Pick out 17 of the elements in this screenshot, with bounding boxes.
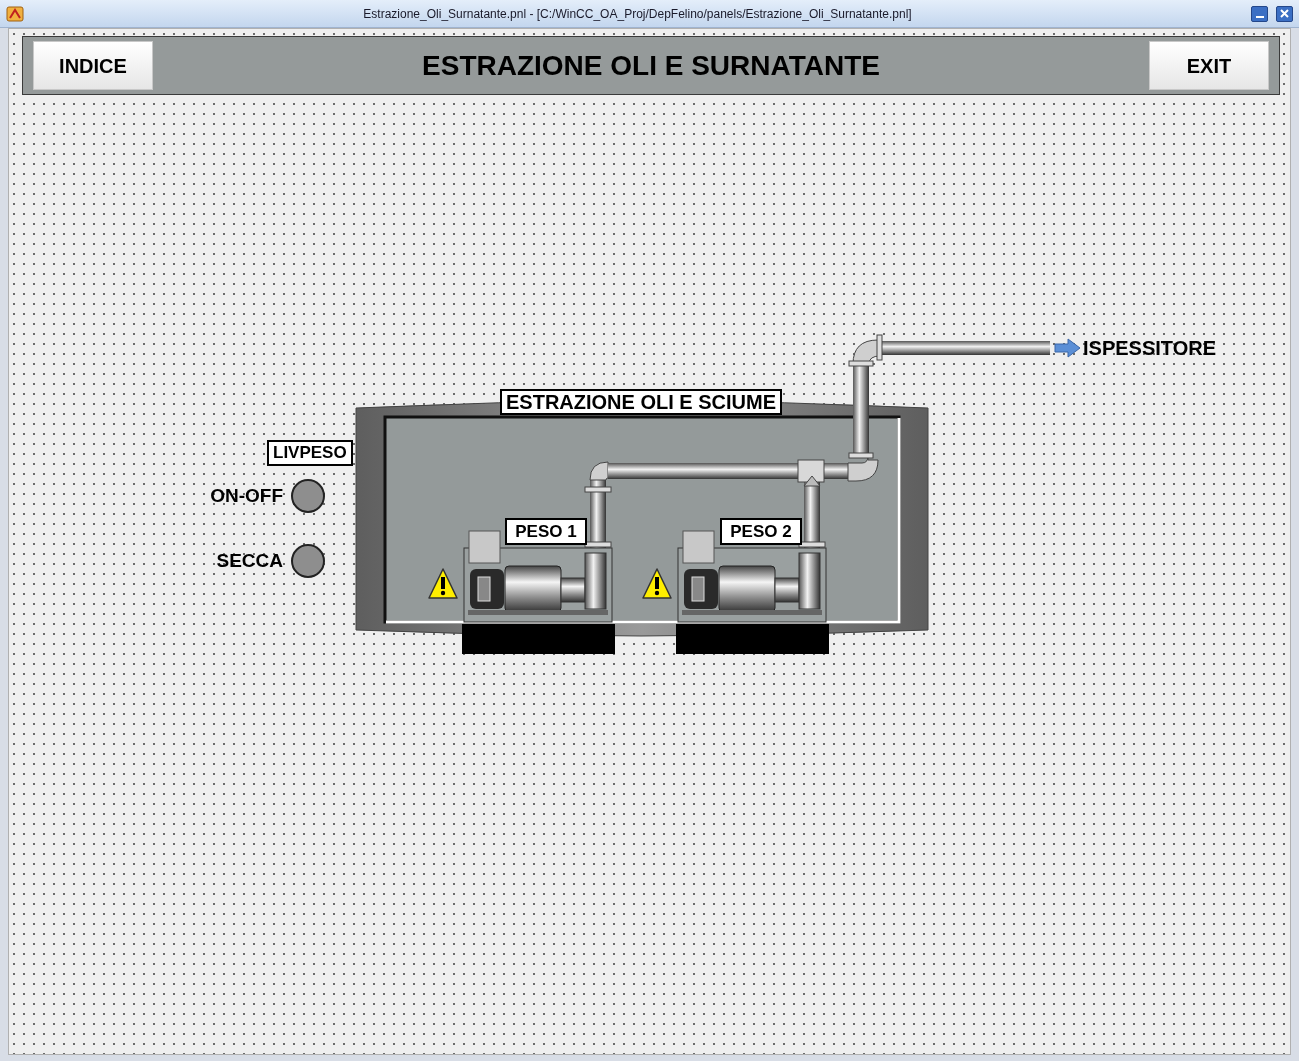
window-title: Estrazione_Oli_Surnatante.pnl - [C:/WinCC_OA_Proj/DepFelino/panels/Estrazione_Oli_Surnatante.pnl] (363, 5, 912, 23)
pump-label: PESO 1 (505, 518, 587, 545)
close-icon (1280, 9, 1289, 18)
minimize-button[interactable] (1251, 5, 1268, 22)
page-title: ESTRAZIONE OLI E SURNATANTE (422, 48, 880, 83)
destination-label: ISPESSITORE (1083, 337, 1216, 359)
livpeso-label: LIVPESO (267, 440, 353, 466)
close-button[interactable] (1276, 5, 1293, 22)
minimize-icon (1255, 15, 1264, 18)
indice-button[interactable]: INDICE (33, 41, 153, 90)
indicator-label: SECCA (215, 550, 283, 572)
flow-arrow-icon (1054, 338, 1081, 358)
exit-button[interactable]: EXIT (1149, 41, 1269, 90)
pump-label: PESO 2 (720, 518, 802, 545)
app-icon (6, 5, 24, 22)
indicator-label: ON-OFF (209, 485, 283, 507)
tank-label: ESTRAZIONE OLI E SCIUME (500, 389, 783, 415)
